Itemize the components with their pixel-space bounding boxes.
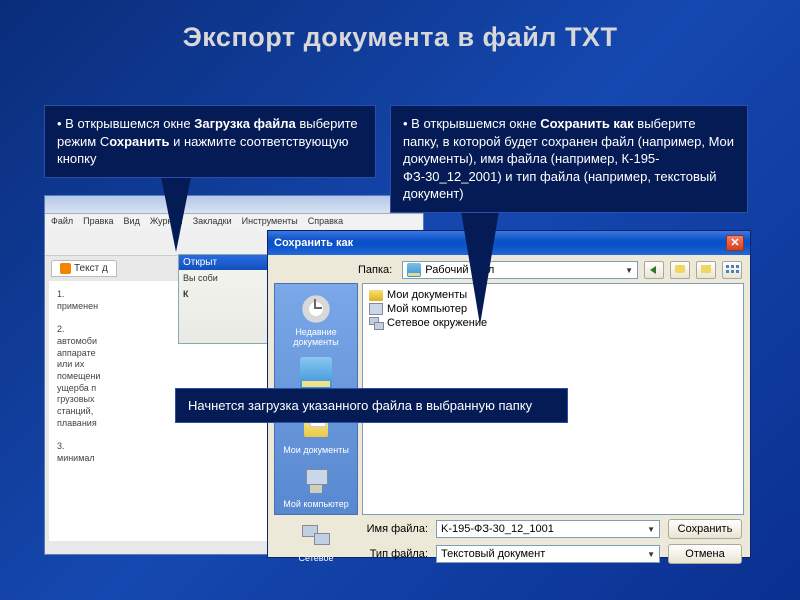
computer-icon [300, 465, 332, 497]
save-button[interactable]: Сохранить [668, 519, 742, 539]
dialog-title: Сохранить как [274, 237, 353, 249]
open-dialog-line1: Вы соби [183, 273, 263, 283]
new-folder-button[interactable] [696, 261, 716, 279]
chevron-down-icon: ▼ [647, 525, 655, 534]
menu-view[interactable]: Вид [124, 216, 140, 228]
browser-menubar[interactable]: Файл Правка Вид Журнал Закладки Инструме… [45, 214, 423, 230]
menu-help[interactable]: Справка [308, 216, 343, 228]
file-item-network[interactable]: Сетевое окружение [367, 316, 739, 330]
desktop-icon [407, 263, 421, 277]
browser-tab[interactable]: Текст д [51, 260, 117, 277]
view-button[interactable] [722, 261, 742, 279]
open-dialog-fragment: Открыт Вы соби К [178, 254, 268, 344]
recent-icon [300, 293, 332, 325]
sidebar-computer-label: Мой компьютер [283, 499, 349, 509]
chevron-down-icon: ▼ [647, 550, 655, 559]
file-item-mydocs[interactable]: Мои документы [367, 288, 739, 302]
callout-right-pointer [460, 205, 500, 325]
open-dialog-line2: К [183, 289, 189, 299]
sidebar-recent[interactable]: Недавние документы [278, 290, 354, 352]
desktop-sb-icon [300, 357, 332, 389]
folder-dropdown[interactable]: Рабочий стол ▼ [402, 261, 638, 279]
slide-title: Экспорт документа в файл ТХТ [0, 0, 800, 65]
menu-tools[interactable]: Инструменты [242, 216, 298, 228]
up-button[interactable] [670, 261, 690, 279]
close-button[interactable]: ✕ [726, 235, 744, 251]
rss-icon [60, 263, 71, 274]
filetype-dropdown[interactable]: Текстовый документ ▼ [436, 545, 660, 563]
callout-right: • В открывшемся окне Сохранить как выбер… [390, 105, 748, 213]
sidebar-computer[interactable]: Мой компьютер [278, 462, 354, 514]
back-button[interactable] [644, 261, 664, 279]
callout-left: • В открывшемся окне Загрузка файла выбе… [44, 105, 376, 178]
sidebar-recent-label: Недавние документы [293, 327, 338, 347]
network-small-icon [369, 317, 383, 329]
folder-label: Папка: [358, 264, 392, 276]
menu-edit[interactable]: Правка [83, 216, 113, 228]
chevron-down-icon: ▼ [625, 266, 633, 275]
menu-bookmarks[interactable]: Закладки [193, 216, 232, 228]
file-item-label: Мой компьютер [387, 303, 467, 315]
folder-icon [369, 290, 383, 301]
filename-input[interactable]: K-195-ФЗ-30_12_1001 ▼ [436, 520, 660, 538]
tab-label: Текст д [74, 263, 108, 274]
cancel-button[interactable]: Отмена [668, 544, 742, 564]
filename-value: K-195-ФЗ-30_12_1001 [441, 523, 554, 535]
filetype-value: Текстовый документ [441, 548, 545, 560]
computer-small-icon [369, 303, 383, 315]
filetype-label: Тип файла: [364, 548, 428, 560]
sidebar-network-label: Сетевое [299, 553, 334, 563]
open-dialog-title: Открыт [179, 255, 267, 270]
callout-left-pointer [160, 172, 192, 252]
file-item-mycomputer[interactable]: Мой компьютер [367, 302, 739, 316]
filename-label: Имя файла: [364, 523, 428, 535]
file-item-label: Мои документы [387, 289, 467, 301]
sidebar-network[interactable]: Сетевое [278, 516, 354, 568]
menu-file[interactable]: Файл [51, 216, 73, 228]
sidebar-docs-label: Мои документы [283, 445, 349, 455]
browser-titlebar [45, 196, 423, 214]
network-icon [300, 519, 332, 551]
callout-band: Начнется загрузка указанного файла в выб… [175, 388, 568, 423]
dialog-titlebar: Сохранить как ✕ [268, 231, 750, 255]
